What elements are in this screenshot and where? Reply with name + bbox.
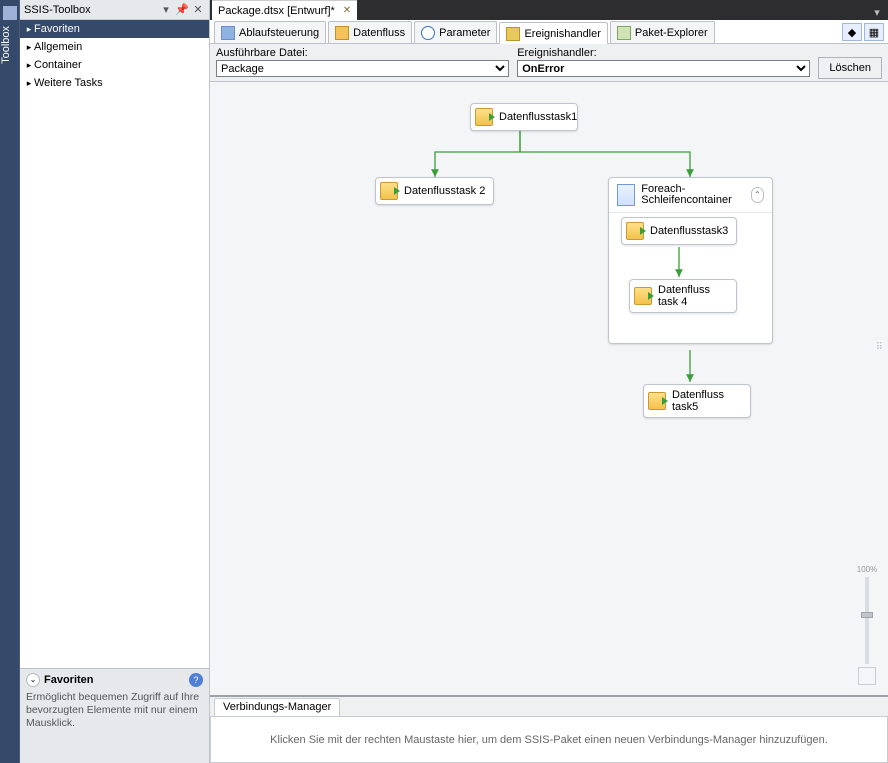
document-tab-close-icon[interactable]: ✕ bbox=[343, 5, 351, 16]
dataflow-task-icon bbox=[626, 222, 644, 240]
caret-icon: ▸ bbox=[24, 60, 34, 71]
task-datenflusstask4[interactable]: Datenfluss task 4 bbox=[629, 279, 737, 313]
event-handler-config: Ausführbare Datei: Package Ereignishandl… bbox=[210, 44, 888, 82]
tabbar-overflow-icon[interactable]: ▾ bbox=[870, 6, 884, 20]
package-explorer-icon bbox=[617, 26, 631, 40]
dataflow-task-icon bbox=[380, 182, 398, 200]
container-header: Foreach-Schleifencontainer ⌃ bbox=[609, 178, 772, 213]
executable-select[interactable]: Package bbox=[216, 60, 509, 77]
ssis-toolbox-pane: SSIS-Toolbox ▾ 📌 ✕ ▸ Favoriten ▸ Allgeme… bbox=[20, 0, 210, 763]
toolbox-item-container[interactable]: ▸ Container bbox=[20, 56, 209, 74]
info-collapse-icon[interactable]: ⌄ bbox=[26, 673, 40, 687]
task-label: Datenfluss task 4 bbox=[658, 284, 728, 308]
rail-label: Toolbox bbox=[0, 26, 12, 64]
tab-datenfluss[interactable]: Datenfluss bbox=[328, 21, 412, 43]
task-datenflusstask5[interactable]: Datenfluss task5 bbox=[643, 384, 751, 418]
connectors bbox=[210, 82, 888, 695]
toolbox-item-favoriten[interactable]: ▸ Favoriten bbox=[20, 20, 209, 38]
zoom-fit-button[interactable] bbox=[858, 667, 876, 685]
container-title: Foreach-Schleifencontainer bbox=[641, 184, 750, 206]
main-pane: Package.dtsx [Entwurf]* ✕ ▾ Ablaufsteuer… bbox=[210, 0, 888, 763]
resize-grip-icon[interactable]: ⠿ bbox=[876, 342, 884, 353]
toolbox-item-allgemein[interactable]: ▸ Allgemein bbox=[20, 38, 209, 56]
task-datenflusstask1[interactable]: Datenflusstask1 bbox=[470, 103, 578, 131]
zoom-label: 100% bbox=[857, 565, 877, 574]
delete-button[interactable]: Löschen bbox=[818, 57, 882, 79]
tab-label: Datenfluss bbox=[353, 27, 405, 39]
toolbox-title: SSIS-Toolbox bbox=[24, 4, 157, 16]
ssis-toolbox-button[interactable]: ▦ bbox=[864, 23, 884, 41]
document-tab-label: Package.dtsx [Entwurf]* bbox=[218, 5, 335, 17]
toolbox-item-label: Favoriten bbox=[34, 23, 80, 35]
dataflow-task-icon bbox=[648, 392, 666, 410]
tab-label: Ereignishandler bbox=[524, 28, 600, 40]
zoom-thumb[interactable] bbox=[861, 612, 873, 618]
connection-manager-tab[interactable]: Verbindungs-Manager bbox=[214, 698, 340, 716]
data-flow-icon bbox=[335, 26, 349, 40]
parameter-icon bbox=[421, 26, 435, 40]
zoom-track[interactable] bbox=[865, 577, 869, 664]
task-label: Datenflusstask 2 bbox=[404, 185, 485, 197]
eventhandler-label: Ereignishandler: bbox=[517, 47, 810, 59]
zoom-control[interactable]: 100% bbox=[856, 565, 878, 685]
task-datenflusstask3[interactable]: Datenflusstask3 bbox=[621, 217, 737, 245]
caret-icon: ▸ bbox=[24, 24, 34, 35]
caret-icon: ▸ bbox=[24, 42, 34, 53]
tab-ereignishandler[interactable]: Ereignishandler bbox=[499, 22, 607, 44]
help-icon[interactable]: ? bbox=[189, 673, 203, 687]
toolbox-pin-icon[interactable]: 📌 bbox=[175, 3, 189, 17]
dataflow-task-icon bbox=[634, 287, 652, 305]
toolbox-item-weitere-tasks[interactable]: ▸ Weitere Tasks bbox=[20, 74, 209, 92]
toolbox-item-label: Container bbox=[34, 59, 82, 71]
toolbox-close-icon[interactable]: ✕ bbox=[191, 3, 205, 17]
designer-tabs: Ablaufsteuerung Datenfluss Parameter Ere… bbox=[210, 20, 888, 44]
tab-parameter[interactable]: Parameter bbox=[414, 21, 497, 43]
toolbox-header: SSIS-Toolbox ▾ 📌 ✕ bbox=[20, 0, 209, 20]
executable-label: Ausführbare Datei: bbox=[216, 47, 509, 59]
event-handler-icon bbox=[506, 27, 520, 41]
control-flow-icon bbox=[221, 26, 235, 40]
connection-manager-panel: Verbindungs-Manager Klicken Sie mit der … bbox=[210, 695, 888, 763]
dataflow-task-icon bbox=[475, 108, 493, 126]
toolbox-info-panel: ⌄ Favoriten ? Ermöglicht bequemen Zugrif… bbox=[20, 668, 209, 763]
caret-icon: ▸ bbox=[24, 78, 34, 89]
side-rail[interactable]: Toolbox bbox=[0, 0, 20, 763]
eventhandler-select[interactable]: OnError bbox=[517, 60, 810, 77]
task-datenflusstask2[interactable]: Datenflusstask 2 bbox=[375, 177, 494, 205]
toolbox-rail-icon bbox=[3, 6, 17, 20]
tab-label: Parameter bbox=[439, 27, 490, 39]
tab-label: Paket-Explorer bbox=[635, 27, 708, 39]
container-collapse-icon[interactable]: ⌃ bbox=[751, 187, 764, 203]
connection-manager-tabs: Verbindungs-Manager bbox=[210, 697, 888, 717]
document-tab-package[interactable]: Package.dtsx [Entwurf]* ✕ bbox=[212, 0, 357, 20]
tab-ablaufsteuerung[interactable]: Ablaufsteuerung bbox=[214, 21, 326, 43]
toolbox-spacer bbox=[20, 92, 209, 668]
tab-paket-explorer[interactable]: Paket-Explorer bbox=[610, 21, 715, 43]
info-body: Ermöglicht bequemen Zugriff auf Ihre bev… bbox=[26, 691, 203, 730]
design-canvas[interactable]: Datenflusstask1 Datenflusstask 2 Foreach… bbox=[210, 82, 888, 695]
foreach-container[interactable]: Foreach-Schleifencontainer ⌃ Datenflusst… bbox=[608, 177, 773, 344]
foreach-container-icon bbox=[617, 184, 635, 206]
toolbox-dropdown-icon[interactable]: ▾ bbox=[159, 3, 173, 17]
toolbox-item-label: Allgemein bbox=[34, 41, 82, 53]
connection-manager-body[interactable]: Klicken Sie mit der rechten Maustaste hi… bbox=[210, 717, 888, 763]
info-title: Favoriten bbox=[44, 674, 94, 686]
toolbox-item-label: Weitere Tasks bbox=[34, 77, 103, 89]
document-tabbar: Package.dtsx [Entwurf]* ✕ ▾ bbox=[210, 0, 888, 20]
toolbox-list: ▸ Favoriten ▸ Allgemein ▸ Container ▸ We… bbox=[20, 20, 209, 668]
variables-button[interactable]: ◆ bbox=[842, 23, 862, 41]
container-body: Datenflusstask3 Datenfluss task 4 bbox=[609, 213, 772, 343]
task-label: Datenfluss task5 bbox=[672, 389, 742, 413]
task-label: Datenflusstask3 bbox=[650, 225, 728, 237]
tab-label: Ablaufsteuerung bbox=[239, 27, 319, 39]
task-label: Datenflusstask1 bbox=[499, 111, 569, 123]
